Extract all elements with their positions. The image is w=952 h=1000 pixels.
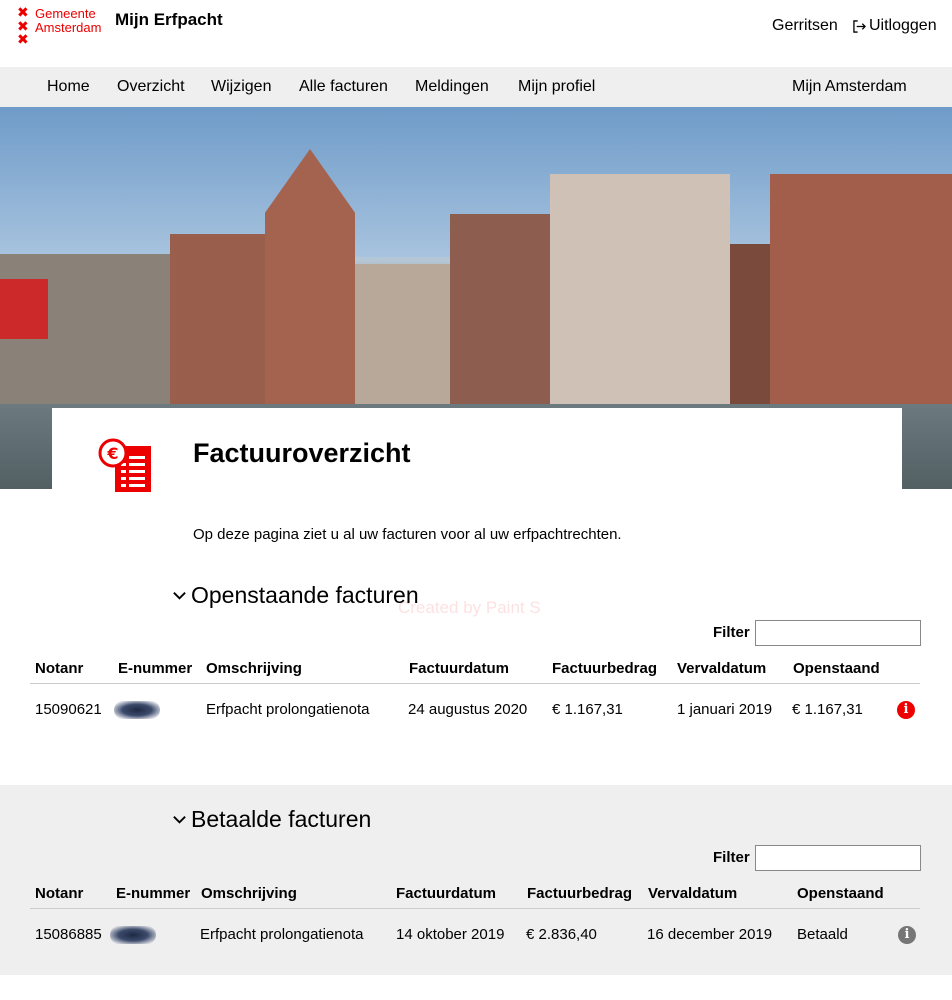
column-header-vervaldatum[interactable]: Vervaldatum (648, 885, 737, 902)
hero-building (450, 214, 550, 404)
paid-invoices-section (0, 785, 952, 975)
filter-input-betaalde[interactable] (755, 845, 921, 871)
filter-label: Filter (713, 624, 750, 641)
logo-line-2: Amsterdam (35, 20, 102, 35)
cell-notanr: 15090621 (35, 701, 102, 718)
column-header-notanr[interactable]: Notanr (35, 660, 83, 677)
column-header-factuurbedrag[interactable]: Factuurbedrag (552, 660, 657, 677)
hero-building (355, 264, 450, 404)
user-name-link[interactable]: Gerritsen (772, 17, 838, 35)
nav-item-mijn-profiel[interactable]: Mijn profiel (518, 78, 595, 96)
logo-line-1: Gemeente (35, 6, 96, 21)
column-header-factuurbedrag[interactable]: Factuurbedrag (527, 885, 632, 902)
chevron-down-icon (173, 816, 186, 824)
logout-icon (853, 19, 866, 33)
column-header-openstaand[interactable]: Openstaand (793, 660, 880, 677)
info-grey-icon[interactable]: i (898, 926, 916, 944)
column-header-factuurdatum[interactable]: Factuurdatum (409, 660, 509, 677)
site-header: ✖ ✖ ✖ Gemeente Amsterdam Mijn Erfpacht Ger… (0, 0, 952, 66)
cell-factuurdatum: 14 oktober 2019 (396, 926, 505, 943)
cell-factuurbedrag: € 1.167,31 (552, 701, 623, 718)
nav-item-wijzigen[interactable]: Wijzigen (211, 78, 271, 96)
column-header-omschrijving[interactable]: Omschrijving (206, 660, 302, 677)
hero-red-awning (0, 279, 48, 339)
column-header-enummer[interactable]: E-nummer (116, 885, 190, 902)
cell-notanr: 15086885 (35, 926, 102, 943)
title-card (52, 408, 902, 498)
svg-text:€: € (106, 444, 118, 463)
logout-label: Uitloggen (869, 17, 937, 34)
column-header-factuurdatum[interactable]: Factuurdatum (396, 885, 496, 902)
redacted-enummer (110, 926, 156, 944)
cell-openstaand: € 1.167,31 (792, 701, 863, 718)
logout-button[interactable]: Uitloggen (853, 17, 937, 35)
info-red-icon[interactable]: i (897, 701, 915, 719)
column-header-notanr[interactable]: Notanr (35, 885, 83, 902)
redacted-enummer (114, 701, 160, 719)
filter-input-openstaande[interactable] (755, 620, 921, 646)
nav-item-overzicht[interactable]: Overzicht (117, 78, 185, 96)
app-title[interactable]: Mijn Erfpacht (115, 10, 223, 30)
cell-omschrijving: Erfpacht prolongatienota (200, 926, 364, 943)
page-title: Factuuroverzicht (193, 438, 411, 468)
table-header-divider (30, 908, 920, 909)
section-toggle-betaalde[interactable]: Betaalde facturen (172, 806, 371, 833)
chevron-down-icon (173, 592, 186, 600)
column-header-openstaand[interactable]: Openstaand (797, 885, 884, 902)
page-intro: Op deze pagina ziet u al uw facturen voo… (193, 526, 622, 543)
logo-text: Gemeente Amsterdam (35, 7, 101, 35)
hero-building (730, 244, 770, 404)
hero-building (550, 174, 730, 404)
hero-building (770, 174, 952, 404)
nav-item-meldingen[interactable]: Meldingen (415, 78, 489, 96)
nav-item-mijn-amsterdam[interactable]: Mijn Amsterdam (792, 78, 907, 96)
cell-vervaldatum: 16 december 2019 (647, 926, 773, 943)
cell-openstaand: Betaald (797, 926, 848, 943)
table-header-divider (30, 683, 920, 684)
section-title-openstaande: Openstaande facturen (191, 582, 419, 608)
section-title-betaalde: Betaalde facturen (191, 806, 372, 832)
cell-factuurbedrag: € 2.836,40 (526, 926, 597, 943)
section-toggle-openstaande[interactable]: Openstaande facturen (172, 582, 419, 609)
nav-item-alle-facturen[interactable]: Alle facturen (299, 78, 388, 96)
hero-building (170, 234, 270, 404)
main-navigation: Home Overzicht Wijzigen Alle facturen Me… (0, 67, 952, 107)
cell-vervaldatum: 1 januari 2019 (677, 701, 773, 718)
nav-item-home[interactable]: Home (47, 78, 90, 96)
column-header-enummer[interactable]: E-nummer (118, 660, 192, 677)
amsterdam-crosses-icon: ✖ ✖ ✖ (17, 5, 29, 48)
column-header-vervaldatum[interactable]: Vervaldatum (677, 660, 766, 677)
cell-factuurdatum: 24 augustus 2020 (408, 701, 528, 718)
column-header-omschrijving[interactable]: Omschrijving (201, 885, 297, 902)
watermark-text: Created by Paint S (398, 598, 541, 617)
invoice-euro-icon: € (98, 438, 151, 492)
cell-omschrijving: Erfpacht prolongatienota (206, 701, 370, 718)
filter-label: Filter (713, 849, 750, 866)
